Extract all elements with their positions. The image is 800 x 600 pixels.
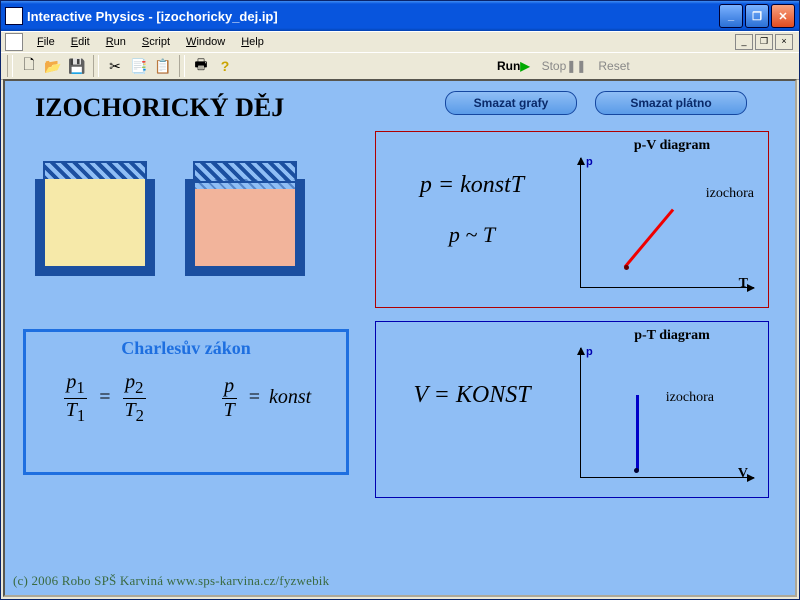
law-title: Charlesův zákon [26,338,346,359]
pv-plot: p T izochora [566,158,754,298]
pt-origin-point [634,468,639,473]
footer-credit: (c) 2006 Robo SPŠ Karviná www.sps-karvin… [13,573,329,589]
pv-x-axis [580,287,754,288]
sim-control-group: Run▶ Stop❚❚ Reset [497,59,630,73]
app-small-icon [5,33,23,51]
app-window: Interactive Physics - [izochoricky_dej.i… [0,0,800,600]
pv-isochore-line [624,209,675,268]
cut-icon: ✂ [109,58,121,75]
gas-fill-1 [45,179,145,266]
pv-origin-point [624,265,629,270]
page-title: IZOCHORICKÝ DĚJ [35,93,284,123]
paste-icon: 📋 [154,58,171,75]
pt-diagram-box: V = KONST p-T diagram p V izochora [375,321,769,498]
pt-x-axis [580,477,754,478]
pv-y-axis [580,158,581,288]
mdi-controls: _ ❐ × [735,34,795,50]
cut-button[interactable]: ✂ [104,55,126,77]
law-formulas: p1T1 = p2T2 pT = konst [26,371,346,426]
pv-diagram-box: p = konstT p ~ T p-V diagram p T izochor… [375,131,769,308]
charles-law-box: Charlesův zákon p1T1 = p2T2 pT = konst [23,329,349,475]
pt-y-label: p [586,346,593,358]
vessel-1 [35,179,155,276]
print-icon: 🖶 [194,54,207,78]
clear-graphs-button[interactable]: Smazat grafy [445,91,577,115]
pt-x-label: V [738,466,748,482]
pv-formula-1: p = konstT [382,172,562,199]
title-bar: Interactive Physics - [izochoricky_dej.i… [1,1,799,31]
toolbar-separator [93,55,99,77]
container-1: p1–V–T1 [35,161,155,276]
pt-isochore-line [636,395,639,470]
menu-script[interactable]: Script [134,34,178,50]
new-icon: 🗋 [23,54,34,78]
menu-help[interactable]: Help [233,34,272,50]
mdi-close-button[interactable]: × [775,34,793,50]
mdi-restore-button[interactable]: ❐ [755,34,773,50]
help-button[interactable]: ? [214,55,236,77]
app-icon [5,7,23,25]
law-formula-const: pT = konst [219,375,312,422]
pv-isochore-label: izochora [706,186,754,202]
law-formula-ratio: p1T1 = p2T2 [61,371,149,426]
open-button[interactable]: 📂 [42,55,64,77]
pt-formula: V = KONST [382,382,562,409]
run-button[interactable]: Run [497,59,520,73]
menu-file[interactable]: FFileile [29,34,63,50]
pt-diagram-title: p-T diagram [586,328,758,344]
copy-button[interactable]: 📑 [128,55,150,77]
window-controls: _ ❐ ✕ [719,4,795,28]
menu-edit[interactable]: Edit [63,34,98,50]
gas-fill-2 [195,189,295,266]
help-icon: ? [221,58,230,74]
copy-icon: 📑 [130,58,147,75]
print-button[interactable]: 🖶 [190,55,212,77]
save-icon: 💾 [68,58,85,75]
save-button[interactable]: 💾 [66,55,88,77]
pt-y-axis [580,348,581,478]
open-icon: 📂 [44,58,61,75]
menu-window[interactable]: Window [178,34,233,50]
clear-canvas-button[interactable]: Smazat plátno [595,91,747,115]
pt-plot: p V izochora [566,348,754,488]
pv-formula-2: p ~ T [382,222,562,248]
reset-button[interactable]: Reset [598,59,629,73]
pv-y-label: p [586,156,593,168]
stop-button[interactable]: Stop [542,59,567,73]
minimize-button[interactable]: _ [719,4,743,28]
window-title: Interactive Physics - [izochoricky_dej.i… [27,9,719,24]
menu-run[interactable]: Run [98,34,134,50]
menu-bar: FFileile Edit Run Script Window Help _ ❐… [1,31,799,52]
paste-button[interactable]: 📋 [152,55,174,77]
vessel-2 [185,179,305,276]
maximize-button[interactable]: ❐ [745,4,769,28]
pause-icon: ❚❚ [566,59,586,73]
pv-x-label: T [739,276,748,292]
workspace: IZOCHORICKÝ DĚJ Smazat grafy Smazat plát… [3,79,797,597]
pv-diagram-title: p-V diagram [586,138,758,154]
toolbar-separator [179,55,185,77]
new-button[interactable]: 🗋 [18,55,40,77]
toolbar-separator [7,55,13,77]
container-2: p2–V–T2 [185,161,305,276]
pt-isochore-label: izochora [666,390,714,406]
close-button[interactable]: ✕ [771,4,795,28]
toolbar: 🗋 📂 💾 ✂ 📑 📋 🖶 ? Run▶ Stop❚❚ Reset [1,52,799,80]
play-icon: ▶ [520,59,529,73]
mdi-minimize-button[interactable]: _ [735,34,753,50]
